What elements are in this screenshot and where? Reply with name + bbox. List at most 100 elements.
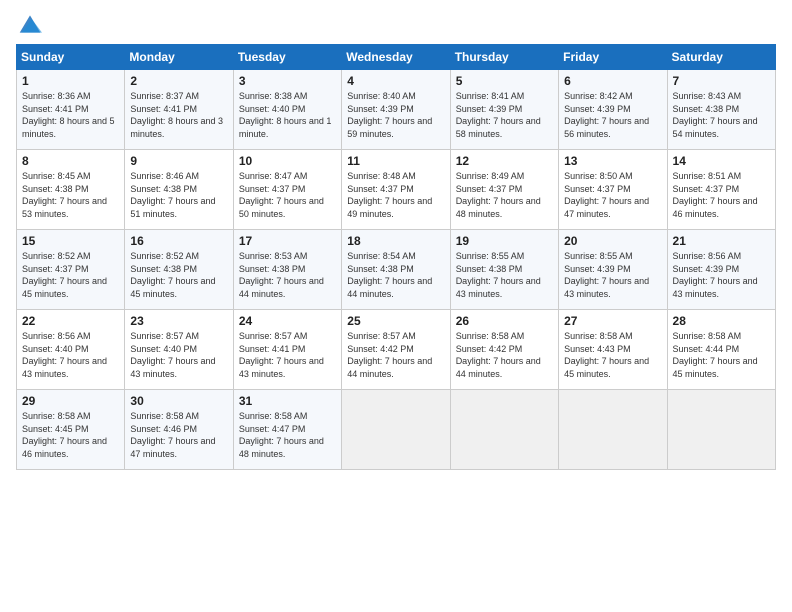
cell-content: Sunrise: 8:55 AMSunset: 4:38 PMDaylight:… [456, 250, 553, 300]
calendar-cell: 22 Sunrise: 8:56 AMSunset: 4:40 PMDayligh… [17, 310, 125, 390]
calendar-cell: 24 Sunrise: 8:57 AMSunset: 4:41 PMDayligh… [233, 310, 341, 390]
weekday-header-wednesday: Wednesday [342, 45, 450, 70]
calendar-week-5: 29Sunrise: 8:58 AMSunset: 4:45 PMDayligh… [17, 390, 776, 470]
cell-content: Sunrise: 8:57 AMSunset: 4:41 PMDaylight:… [239, 330, 336, 380]
calendar-cell: 8Sunrise: 8:45 AMSunset: 4:38 PMDaylight… [17, 150, 125, 230]
calendar-cell [559, 390, 667, 470]
day-number: 13 [564, 154, 661, 168]
day-number: 26 [456, 314, 553, 328]
day-number: 4 [347, 74, 444, 88]
calendar-cell: 13Sunrise: 8:50 AMSunset: 4:37 PMDayligh… [559, 150, 667, 230]
calendar-cell: 19 Sunrise: 8:55 AMSunset: 4:38 PMDayligh… [450, 230, 558, 310]
cell-content: Sunrise: 8:58 AMSunset: 4:43 PMDaylight:… [564, 330, 661, 380]
day-number: 7 [673, 74, 770, 88]
calendar-cell: 21 Sunrise: 8:56 AMSunset: 4:39 PMDayligh… [667, 230, 775, 310]
calendar-cell: 30 Sunrise: 8:58 AMSunset: 4:46 PMDayligh… [125, 390, 233, 470]
weekday-header-sunday: Sunday [17, 45, 125, 70]
calendar-cell: 7 Sunrise: 8:43 AMSunset: 4:38 PMDaylight… [667, 70, 775, 150]
calendar-cell: 18Sunrise: 8:54 AMSunset: 4:38 PMDayligh… [342, 230, 450, 310]
cell-content: Sunrise: 8:54 AMSunset: 4:38 PMDaylight:… [347, 250, 444, 300]
calendar-table: SundayMondayTuesdayWednesdayThursdayFrid… [16, 44, 776, 470]
cell-content: Sunrise: 8:57 AMSunset: 4:42 PMDaylight:… [347, 330, 444, 380]
cell-content: Sunrise: 8:47 AMSunset: 4:37 PMDaylight:… [239, 170, 336, 220]
calendar-cell: 14 Sunrise: 8:51 AMSunset: 4:37 PMDayligh… [667, 150, 775, 230]
day-number: 15 [22, 234, 119, 248]
calendar-cell: 15 Sunrise: 8:52 AMSunset: 4:37 PMDayligh… [17, 230, 125, 310]
cell-content: Sunrise: 8:37 AMSunset: 4:41 PMDaylight:… [130, 90, 227, 140]
day-number: 22 [22, 314, 119, 328]
day-number: 25 [347, 314, 444, 328]
day-number: 14 [673, 154, 770, 168]
calendar-cell: 26 Sunrise: 8:58 AMSunset: 4:42 PMDayligh… [450, 310, 558, 390]
day-number: 30 [130, 394, 227, 408]
cell-content: Sunrise: 8:55 AMSunset: 4:39 PMDaylight:… [564, 250, 661, 300]
logo [16, 12, 48, 36]
cell-content: Sunrise: 8:58 AMSunset: 4:47 PMDaylight:… [239, 410, 336, 460]
calendar-cell: 2 Sunrise: 8:37 AMSunset: 4:41 PMDaylight… [125, 70, 233, 150]
day-number: 28 [673, 314, 770, 328]
day-number: 11 [347, 154, 444, 168]
calendar-cell: 12Sunrise: 8:49 AMSunset: 4:37 PMDayligh… [450, 150, 558, 230]
day-number: 3 [239, 74, 336, 88]
day-number: 9 [130, 154, 227, 168]
weekday-header-row: SundayMondayTuesdayWednesdayThursdayFrid… [17, 45, 776, 70]
calendar-cell: 9 Sunrise: 8:46 AMSunset: 4:38 PMDaylight… [125, 150, 233, 230]
cell-content: Sunrise: 8:56 AMSunset: 4:40 PMDaylight:… [22, 330, 119, 380]
day-number: 17 [239, 234, 336, 248]
day-number: 20 [564, 234, 661, 248]
day-number: 10 [239, 154, 336, 168]
cell-content: Sunrise: 8:57 AMSunset: 4:40 PMDaylight:… [130, 330, 227, 380]
day-number: 1 [22, 74, 119, 88]
header [16, 12, 776, 36]
calendar-cell: 16Sunrise: 8:52 AMSunset: 4:38 PMDayligh… [125, 230, 233, 310]
calendar-cell: 4 Sunrise: 8:40 AMSunset: 4:39 PMDaylight… [342, 70, 450, 150]
cell-content: Sunrise: 8:58 AMSunset: 4:46 PMDaylight:… [130, 410, 227, 460]
day-number: 6 [564, 74, 661, 88]
logo-icon [16, 12, 44, 36]
day-number: 31 [239, 394, 336, 408]
calendar-cell: 5Sunrise: 8:41 AMSunset: 4:39 PMDaylight… [450, 70, 558, 150]
day-number: 21 [673, 234, 770, 248]
calendar-cell: 31 Sunrise: 8:58 AMSunset: 4:47 PMDayligh… [233, 390, 341, 470]
cell-content: Sunrise: 8:46 AMSunset: 4:38 PMDaylight:… [130, 170, 227, 220]
weekday-header-friday: Friday [559, 45, 667, 70]
calendar-cell: 11Sunrise: 8:48 AMSunset: 4:37 PMDayligh… [342, 150, 450, 230]
weekday-header-saturday: Saturday [667, 45, 775, 70]
day-number: 27 [564, 314, 661, 328]
day-number: 23 [130, 314, 227, 328]
calendar-cell: 6 Sunrise: 8:42 AMSunset: 4:39 PMDaylight… [559, 70, 667, 150]
weekday-header-tuesday: Tuesday [233, 45, 341, 70]
day-number: 19 [456, 234, 553, 248]
calendar-week-4: 22 Sunrise: 8:56 AMSunset: 4:40 PMDayligh… [17, 310, 776, 390]
cell-content: Sunrise: 8:51 AMSunset: 4:37 PMDaylight:… [673, 170, 770, 220]
calendar-cell: 27 Sunrise: 8:58 AMSunset: 4:43 PMDayligh… [559, 310, 667, 390]
calendar-cell: 25 Sunrise: 8:57 AMSunset: 4:42 PMDayligh… [342, 310, 450, 390]
cell-content: Sunrise: 8:52 AMSunset: 4:37 PMDaylight:… [22, 250, 119, 300]
calendar-cell [342, 390, 450, 470]
calendar-cell: 28 Sunrise: 8:58 AMSunset: 4:44 PMDayligh… [667, 310, 775, 390]
calendar-week-3: 15 Sunrise: 8:52 AMSunset: 4:37 PMDayligh… [17, 230, 776, 310]
calendar-cell: 23 Sunrise: 8:57 AMSunset: 4:40 PMDayligh… [125, 310, 233, 390]
calendar-cell: 17Sunrise: 8:53 AMSunset: 4:38 PMDayligh… [233, 230, 341, 310]
calendar-week-2: 8Sunrise: 8:45 AMSunset: 4:38 PMDaylight… [17, 150, 776, 230]
day-number: 8 [22, 154, 119, 168]
cell-content: Sunrise: 8:38 AMSunset: 4:40 PMDaylight:… [239, 90, 336, 140]
day-number: 24 [239, 314, 336, 328]
weekday-header-thursday: Thursday [450, 45, 558, 70]
day-number: 16 [130, 234, 227, 248]
cell-content: Sunrise: 8:42 AMSunset: 4:39 PMDaylight:… [564, 90, 661, 140]
cell-content: Sunrise: 8:40 AMSunset: 4:39 PMDaylight:… [347, 90, 444, 140]
cell-content: Sunrise: 8:43 AMSunset: 4:38 PMDaylight:… [673, 90, 770, 140]
calendar-week-1: 1 Sunrise: 8:36 AMSunset: 4:41 PMDaylight… [17, 70, 776, 150]
calendar-cell: 29Sunrise: 8:58 AMSunset: 4:45 PMDayligh… [17, 390, 125, 470]
day-number: 12 [456, 154, 553, 168]
cell-content: Sunrise: 8:36 AMSunset: 4:41 PMDaylight:… [22, 90, 119, 140]
cell-content: Sunrise: 8:58 AMSunset: 4:45 PMDaylight:… [22, 410, 119, 460]
calendar-cell: 1 Sunrise: 8:36 AMSunset: 4:41 PMDaylight… [17, 70, 125, 150]
day-number: 2 [130, 74, 227, 88]
weekday-header-monday: Monday [125, 45, 233, 70]
cell-content: Sunrise: 8:58 AMSunset: 4:42 PMDaylight:… [456, 330, 553, 380]
calendar-cell [450, 390, 558, 470]
cell-content: Sunrise: 8:56 AMSunset: 4:39 PMDaylight:… [673, 250, 770, 300]
cell-content: Sunrise: 8:58 AMSunset: 4:44 PMDaylight:… [673, 330, 770, 380]
